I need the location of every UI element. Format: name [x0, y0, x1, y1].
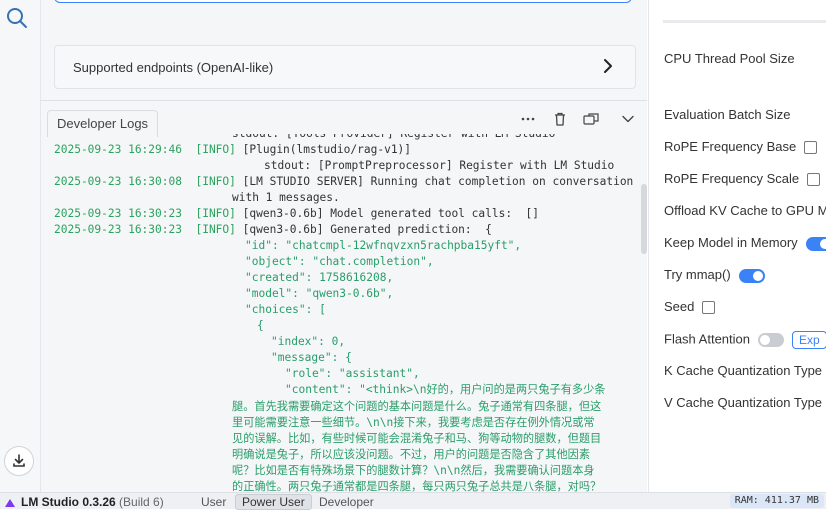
content-line: 腿。首先我需要确定这个问题的基本问题是什么。兔子通常有四条腿，但这 [232, 400, 602, 413]
log-line: 2025-09-23 16:30:23 [INFO] [qwen3-0.6b] … [54, 222, 492, 238]
build-number: (Build 6) [119, 495, 164, 509]
json-line: "model": "qwen3-0.6b", [245, 287, 394, 300]
setting-label: Evaluation Batch Size [664, 107, 791, 122]
setting-rope-scale: RoPE Frequency Scale [664, 171, 821, 187]
left-sidebar [0, 0, 41, 492]
log-line: 2025-09-23 16:30:23 [INFO] [qwen3-0.6b] … [54, 206, 539, 222]
setting-try-mmap: Try mmap() [664, 267, 765, 283]
log-line: 2025-09-23 16:29:46 [INFO] [Plugin(lmstu… [54, 142, 411, 158]
content-line: 明确说是兔子，所以应该没问题。不过，用户的问题是否隐含了其他因素 [232, 448, 591, 461]
json-line: "object": "chat.completion", [245, 255, 434, 268]
app-version: LM Studio 0.3.26 (Build 6) [21, 495, 164, 509]
setting-evaluation-batch[interactable]: Evaluation Batch Size [664, 107, 790, 122]
log-message: [Plugin(lmstudio/rag-v1)] [242, 143, 412, 156]
content-line: 的正确性。两只兔子通常都是四条腿，每只两只兔子总共是八条腿，对吗？ [232, 480, 602, 492]
logs-header: Developer Logs [41, 100, 647, 137]
log-line: stdout: [PromptPreprocessor] Register wi… [264, 159, 615, 172]
chevron-right-icon [601, 58, 615, 79]
log-message: [qwen3-0.6b] Generated prediction: { [242, 223, 492, 236]
mmap-toggle[interactable] [738, 268, 765, 283]
download-icon[interactable] [4, 446, 34, 476]
json-line: "message": { [271, 351, 352, 364]
supported-endpoints-label: Supported endpoints (OpenAI-like) [73, 60, 274, 75]
log-level: [INFO] [195, 207, 236, 220]
log-timestamp: 2025-09-23 16:30:23 [54, 207, 182, 220]
keep-model-toggle[interactable] [805, 236, 826, 251]
chevron-down-icon[interactable] [619, 111, 637, 127]
scrollbar-thumb[interactable] [641, 184, 647, 254]
tab-developer-logs[interactable]: Developer Logs [47, 110, 159, 137]
status-bar: LM Studio 0.3.26 (Build 6) User Power Us… [0, 492, 826, 511]
logs-scrollbar[interactable] [641, 140, 647, 492]
log-line: 2025-09-23 16:30:08 [INFO] [LM STUDIO SE… [54, 174, 633, 190]
lmstudio-logo-icon [4, 497, 16, 511]
setting-offload-kv[interactable]: Offload KV Cache to GPU M [664, 203, 826, 218]
ram-usage-badge: RAM: 411.37 MB [729, 494, 824, 508]
setting-label: V Cache Quantization Type [664, 395, 823, 410]
more-options-icon[interactable] [519, 111, 537, 127]
setting-seed: Seed [664, 299, 716, 315]
log-message: [LM STUDIO SERVER] Running chat completi… [242, 175, 634, 188]
setting-label: Try mmap() [664, 267, 731, 282]
setting-label: CPU Thread Pool Size [664, 51, 795, 66]
log-timestamp: 2025-09-23 16:30:08 [54, 175, 182, 188]
content-line: 里可能需要注意一些细节。\n\n接下来，我要考虑是否存在例外情况或常 [232, 416, 595, 429]
log-timestamp: 2025-09-23 16:30:23 [54, 223, 182, 236]
log-level: [INFO] [195, 143, 236, 156]
setting-label: RoPE Frequency Scale [664, 171, 800, 186]
setting-label: RoPE Frequency Base [664, 139, 797, 154]
setting-label: K Cache Quantization Type [664, 363, 823, 378]
setting-label: Flash Attention [664, 331, 750, 347]
json-line: "role": "assistant", [285, 367, 420, 380]
pop-out-icon[interactable] [582, 111, 600, 127]
setting-k-cache[interactable]: K Cache Quantization Type [664, 363, 822, 378]
log-level: [INFO] [195, 223, 236, 236]
log-line: stdout: [Tools Provider] Register with L… [232, 134, 555, 142]
setting-label: Keep Model in Memory [664, 235, 798, 250]
trash-icon[interactable] [551, 111, 569, 127]
developer-logs-output: stdout: [Tools Provider] Register with L… [41, 134, 641, 492]
json-line: "choices": [ [245, 303, 326, 316]
model-settings-panel: CPU Thread Pool Size Evaluation Batch Si… [648, 0, 826, 492]
json-line: { [257, 319, 264, 332]
flash-attention-toggle[interactable] [758, 333, 784, 347]
content-line: 见的误解。比如，有些时候可能会混淆兔子和马、狗等动物的腿数，但题目 [232, 432, 602, 445]
rope-scale-checkbox[interactable] [807, 173, 821, 187]
log-line: with 1 messages. [232, 191, 340, 204]
search-icon[interactable] [5, 6, 31, 32]
json-line: "index": 0, [271, 335, 346, 348]
setting-cpu-thread-pool[interactable]: CPU Thread Pool Size [664, 51, 795, 66]
json-line: "id": "chatcmpl-12wfnqvzxn5rachpba15yft"… [245, 239, 522, 252]
experimental-badge[interactable]: Exp [792, 331, 826, 349]
log-timestamp: 2025-09-23 16:29:46 [54, 143, 182, 156]
log-level: [INFO] [195, 175, 236, 188]
supported-endpoints-card[interactable]: Supported endpoints (OpenAI-like) [54, 45, 636, 89]
rope-base-checkbox[interactable] [804, 141, 818, 155]
setting-flash-attention: Flash Attention Exp [664, 331, 826, 349]
json-line: "content": "<think>\n好的，用户问的是两只兔子有多少条 [285, 383, 606, 396]
slider-track[interactable] [663, 20, 826, 23]
setting-label: Seed [664, 299, 695, 314]
setting-label: Offload KV Cache to GPU M [664, 203, 826, 218]
seed-checkbox[interactable] [702, 301, 716, 315]
json-line: "created": 1758616208, [245, 271, 394, 284]
content-line: 呢？比如是否有特殊场景下的腿数计算？\n\n然后，我需要确认问题本身 [232, 464, 595, 477]
setting-rope-base: RoPE Frequency Base [664, 139, 818, 155]
top-input-field[interactable] [54, 0, 632, 3]
setting-keep-model: Keep Model in Memory [664, 235, 826, 251]
log-message: [qwen3-0.6b] Model generated tool calls:… [242, 207, 540, 220]
app-name: LM Studio 0.3.26 [21, 495, 116, 509]
setting-v-cache[interactable]: V Cache Quantization Type [664, 395, 822, 410]
